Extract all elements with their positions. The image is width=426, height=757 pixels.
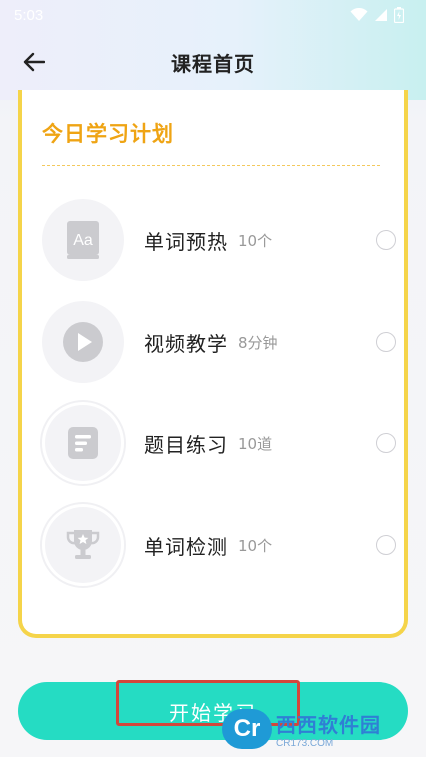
back-button[interactable] bbox=[20, 48, 48, 76]
watermark-text: 西西软件园 CR173.COM bbox=[276, 709, 381, 749]
plan-divider bbox=[42, 165, 380, 166]
plan-item-meta: 10个 bbox=[238, 231, 273, 250]
plan-item-radio[interactable] bbox=[376, 535, 396, 555]
plan-item-label: 单词预热 bbox=[144, 229, 228, 254]
status-icons bbox=[350, 7, 404, 23]
svg-text:Aa: Aa bbox=[73, 232, 93, 249]
status-bar: 5:03 bbox=[0, 0, 426, 30]
plan-item-word-test[interactable]: 单词检测 10个 bbox=[42, 500, 396, 590]
signal-icon bbox=[375, 9, 387, 21]
plan-item-label: 题目练习 bbox=[144, 432, 228, 457]
plan-item-radio[interactable] bbox=[376, 332, 396, 352]
plan-item-label: 视频教学 bbox=[144, 331, 228, 356]
study-plan-card: 今日学习计划 Aa 单词预热 10个 视频教学 8分钟 题目练习 10道 单词检… bbox=[18, 90, 408, 638]
plan-item-meta: 10道 bbox=[238, 434, 273, 453]
plan-item-video-lesson[interactable]: 视频教学 8分钟 bbox=[42, 297, 396, 387]
play-icon bbox=[42, 301, 124, 383]
plan-title: 今日学习计划 bbox=[42, 122, 174, 146]
page-title: 课程首页 bbox=[171, 51, 255, 76]
plan-item-word-warmup[interactable]: Aa 单词预热 10个 bbox=[42, 195, 396, 285]
watermark-logo: Cr 西西软件园 CR173.COM bbox=[222, 706, 426, 752]
watermark-icon: Cr bbox=[222, 709, 272, 749]
status-time: 5:03 bbox=[14, 6, 44, 24]
watermark-url: CR173.COM bbox=[276, 738, 334, 749]
word-card-icon: Aa bbox=[42, 199, 124, 281]
watermark-brand: 西西软件园 bbox=[276, 713, 381, 737]
trophy-icon bbox=[42, 504, 124, 586]
plan-item-radio[interactable] bbox=[376, 230, 396, 250]
plan-item-exercise[interactable]: 题目练习 10道 bbox=[42, 398, 396, 488]
plan-item-label: 单词检测 bbox=[144, 534, 228, 559]
exercise-icon bbox=[42, 402, 124, 484]
battery-icon bbox=[394, 7, 404, 23]
arrow-left-icon bbox=[23, 52, 45, 72]
plan-item-meta: 8分钟 bbox=[238, 333, 278, 352]
plan-item-radio[interactable] bbox=[376, 433, 396, 453]
app-header: 课程首页 bbox=[0, 38, 426, 86]
plan-item-meta: 10个 bbox=[238, 536, 273, 555]
wifi-icon bbox=[350, 8, 368, 21]
